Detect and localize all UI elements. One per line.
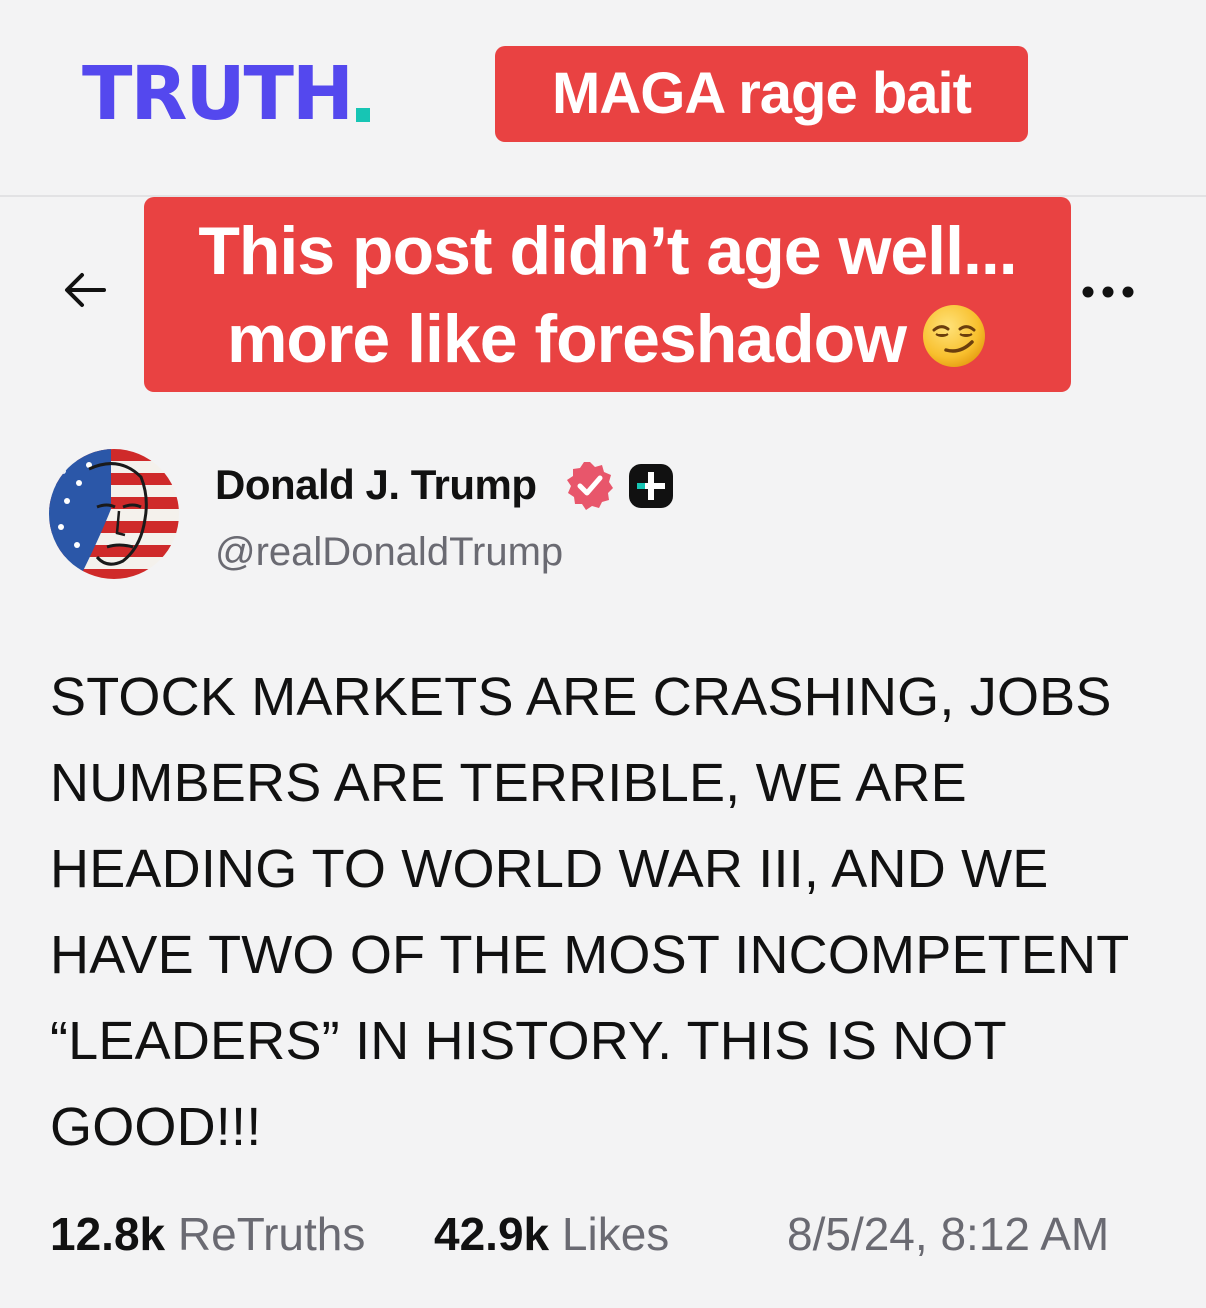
avatar[interactable] [49,449,179,579]
post-text-line: HAVE TWO OF THE MOST INCOMPETENT [50,925,1130,985]
likes-count: 42.9k [434,1208,550,1260]
post-text: STOCK MARKETS ARE CRASHING, JOBS NUMBERS… [50,654,1170,1170]
retruths-count: 12.8k [50,1208,166,1260]
likes-label: Likes [561,1208,670,1260]
post-text-line: GOOD!!! [50,1097,262,1157]
post-text-line: HEADING TO WORLD WAR III, AND WE [50,839,1049,899]
post-text-line: “LEADERS” IN HISTORY. THIS IS NOT [50,1011,1007,1071]
overlay-caption-line-1: This post didn’t age well... [198,213,1017,289]
smirking-face-emoji-icon [920,302,988,370]
author-handle[interactable]: @realDonaldTrump [215,526,563,578]
likes-stat[interactable]: 42.9k Likes [434,1202,669,1266]
post-text-line: NUMBERS ARE TERRIBLE, WE ARE [50,753,967,813]
retruths-stat[interactable]: 12.8k ReTruths [50,1202,365,1266]
logo-text: TRUTH [82,51,354,137]
retruths-label: ReTruths [177,1208,366,1260]
overlay-caption-main: This post didn’t age well... more like f… [144,197,1071,392]
verified-badge-icon [564,459,616,511]
post-text-line: STOCK MARKETS ARE CRASHING, JOBS [50,667,1112,727]
overlay-caption-line-2-text: more like foreshadow [226,301,907,377]
author-name[interactable]: Donald J. Trump [215,458,537,512]
overlay-caption-line-2: more like foreshadow [144,295,1071,383]
truth-social-logo[interactable]: TRUTH [82,54,370,134]
overlay-caption-top: MAGA rage bait [495,46,1028,142]
more-horizontal-icon[interactable] [1078,280,1138,304]
truth-plus-badge-icon [628,463,674,509]
arrow-left-icon[interactable] [58,262,114,318]
post-timestamp: 8/5/24, 8:12 AM [787,1208,1110,1260]
logo-dot [355,108,370,122]
